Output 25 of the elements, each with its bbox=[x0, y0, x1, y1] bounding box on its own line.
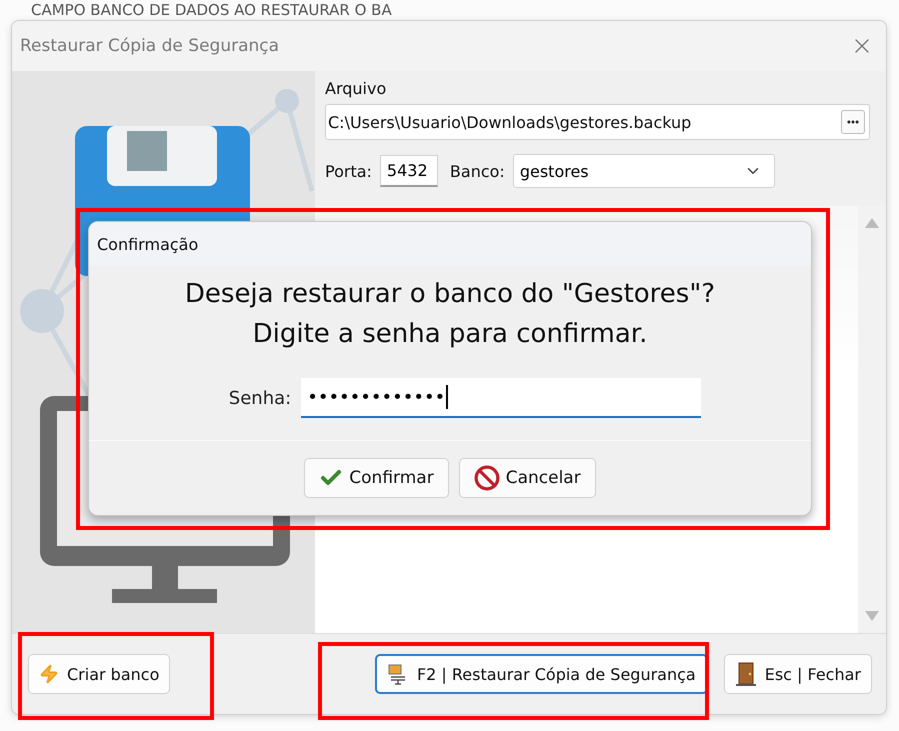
scroll-down-icon[interactable] bbox=[865, 611, 879, 621]
window-title: Restaurar Cópia de Segurança bbox=[20, 36, 280, 56]
restore-backup-button[interactable]: F2 | Restaurar Cópia de Segurança bbox=[374, 654, 708, 694]
password-label: Senha: bbox=[228, 388, 292, 408]
database-label: Banco: bbox=[450, 162, 505, 180]
create-database-button[interactable]: Criar banco bbox=[28, 654, 170, 694]
port-field[interactable]: 5432 bbox=[380, 155, 438, 187]
cancel-icon bbox=[474, 465, 500, 491]
file-label: Arquivo bbox=[325, 79, 388, 98]
file-path-field[interactable]: C:\Users\Usuario\Downloads\gestores.backup bbox=[325, 104, 870, 140]
password-field[interactable]: ••••••••••••• bbox=[301, 378, 702, 418]
dialog-message: Digite a senha para confirmar. bbox=[252, 318, 648, 351]
confirm-button[interactable]: Confirmar bbox=[304, 458, 449, 498]
door-icon bbox=[734, 662, 757, 686]
dialog-message: Deseja restaurar o banco do "Gestores"? bbox=[184, 278, 716, 311]
port-label: Porta: bbox=[325, 162, 372, 180]
dialog-title: Confirmação bbox=[97, 234, 198, 254]
lightning-icon bbox=[39, 664, 59, 684]
browse-button[interactable] bbox=[841, 110, 865, 134]
close-button[interactable]: Esc | Fechar bbox=[724, 654, 872, 694]
cancel-button[interactable]: Cancelar bbox=[458, 458, 596, 498]
scrollbar[interactable] bbox=[858, 206, 886, 633]
background-heading: CAMPO BANCO DE DADOS AO RESTAURAR O BA bbox=[30, 0, 393, 20]
database-dropdown[interactable]: gestores bbox=[512, 154, 775, 188]
scroll-up-icon[interactable] bbox=[865, 218, 879, 228]
